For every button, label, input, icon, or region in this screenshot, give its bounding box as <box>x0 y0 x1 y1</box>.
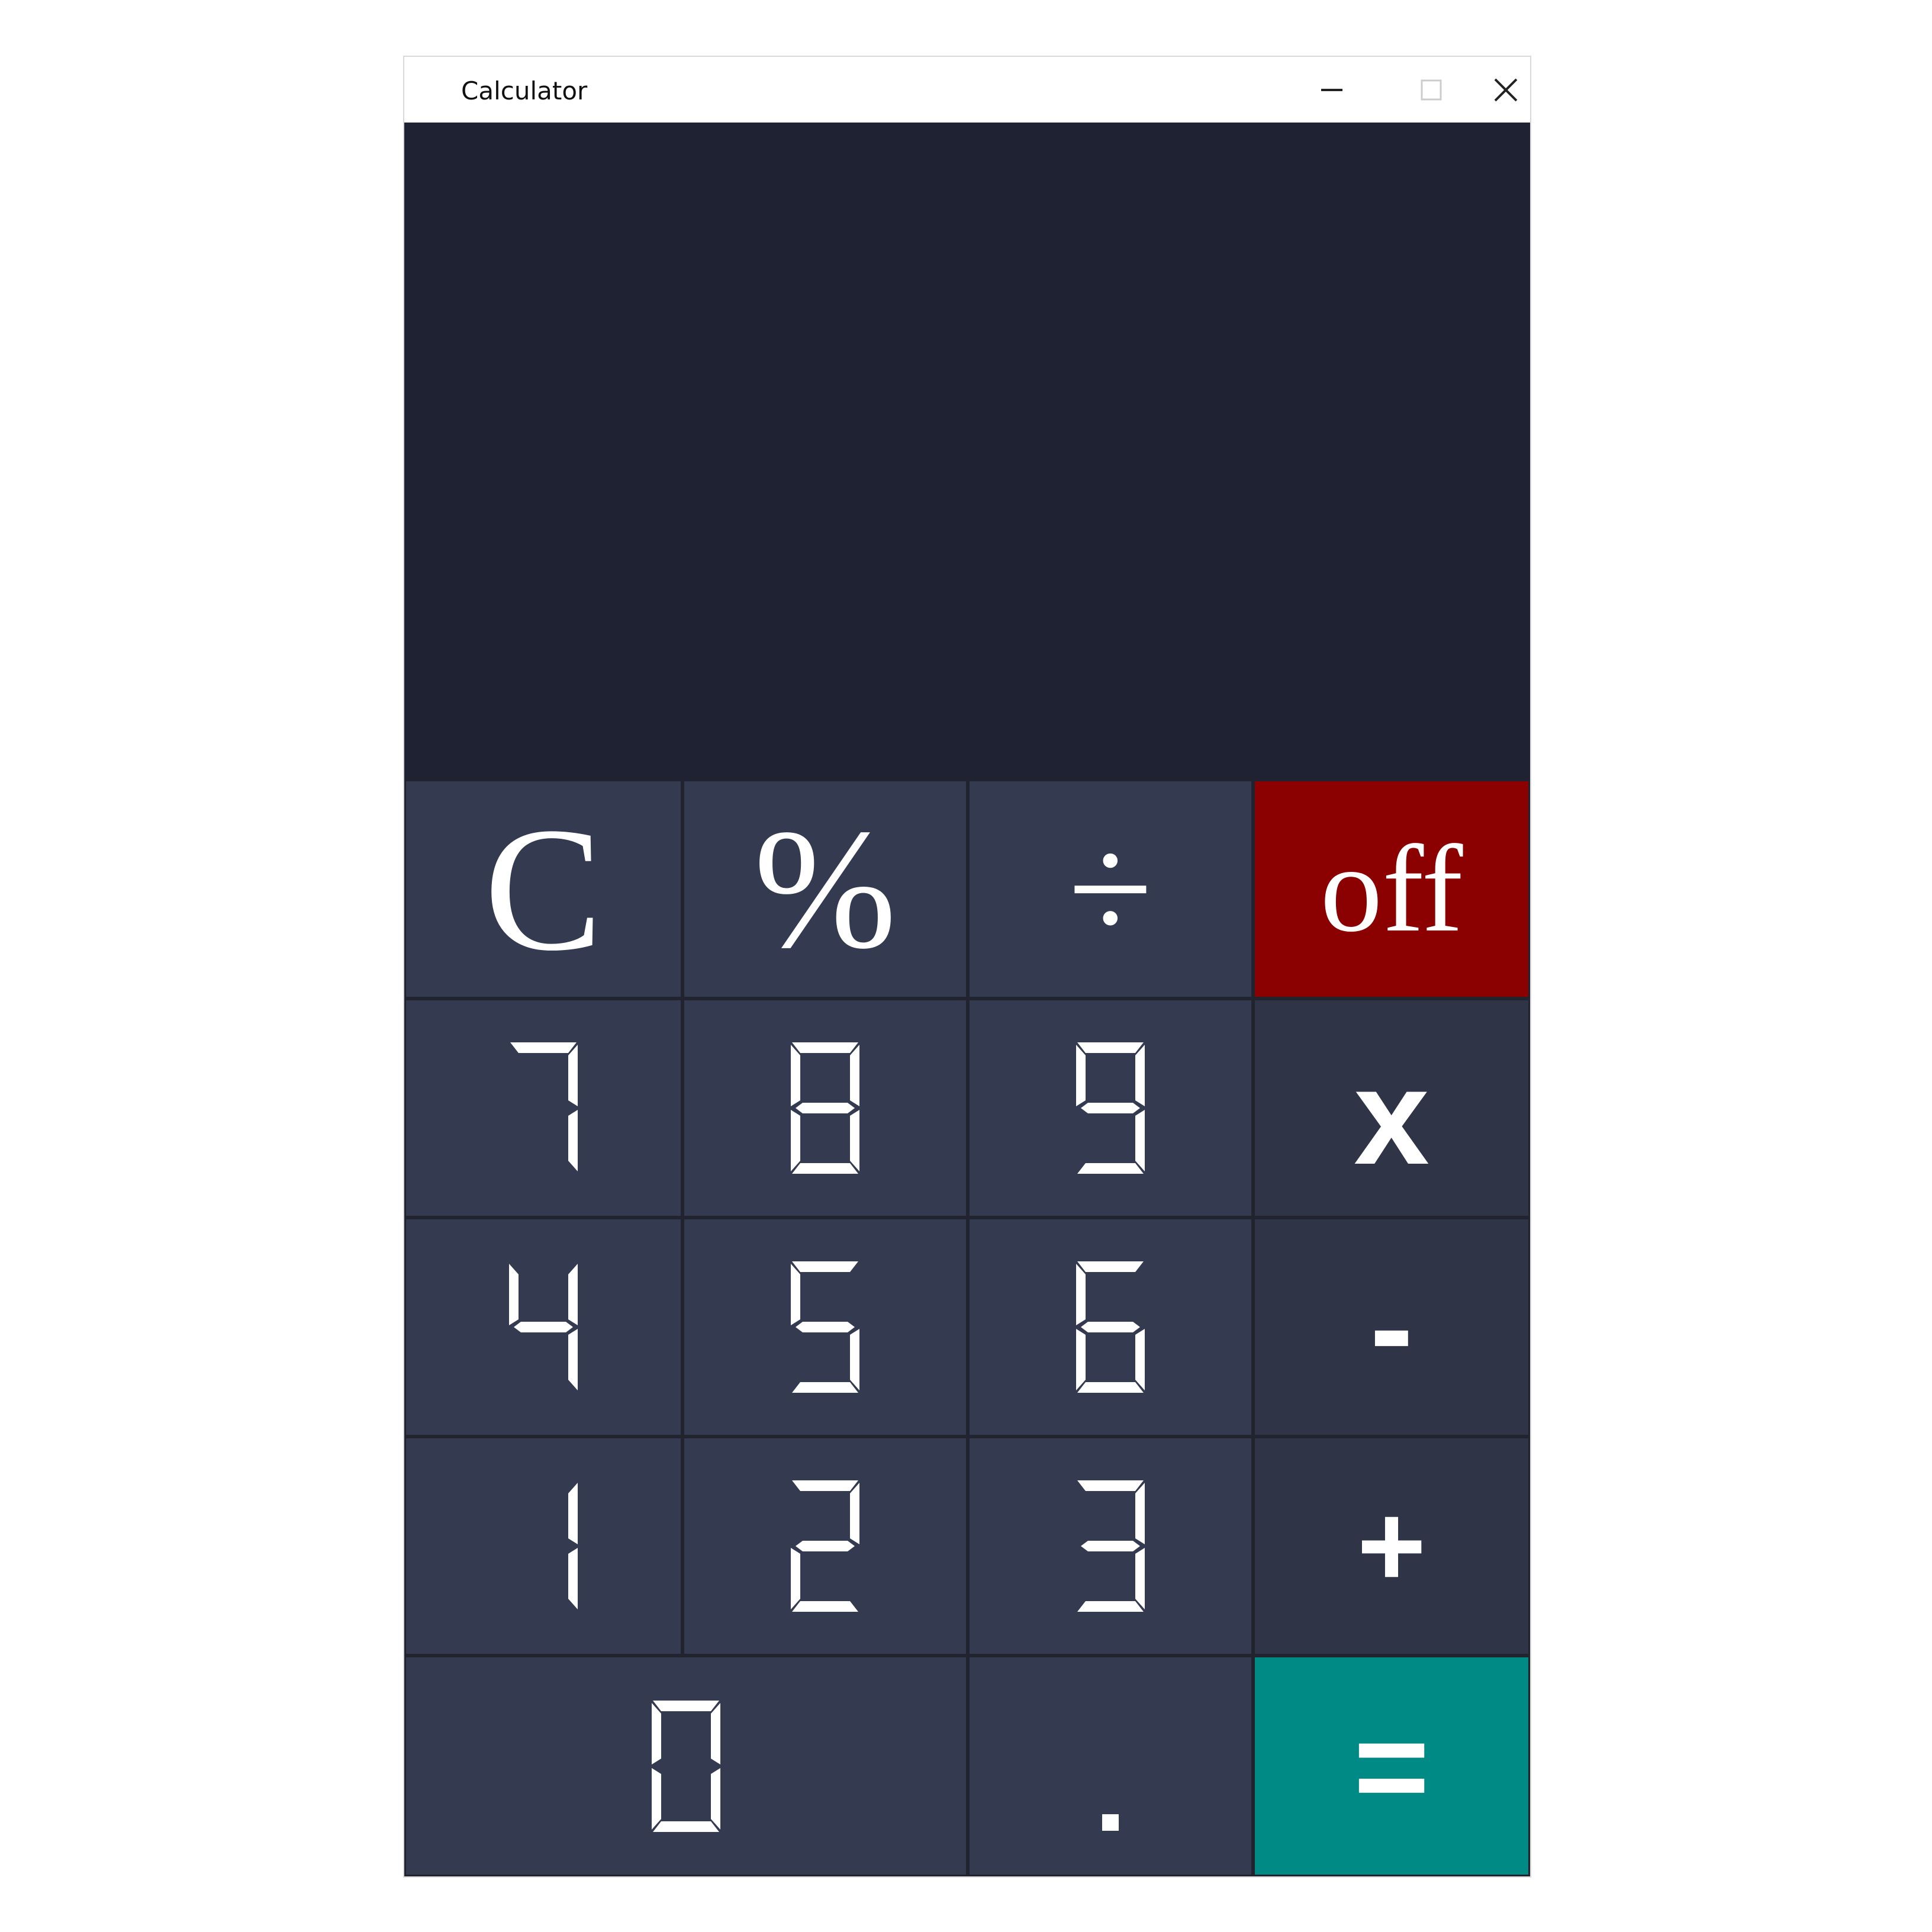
segment-f <box>1076 1045 1086 1106</box>
segment-g <box>796 1103 855 1113</box>
segment-f <box>1076 1264 1086 1325</box>
keypad: C % ÷ off 7 8 9 x 4 5 6 <box>404 780 1530 1876</box>
segment-g <box>796 1541 855 1551</box>
segment-c <box>850 1329 859 1390</box>
segment-e <box>791 1548 800 1609</box>
window-title: Calculator <box>461 76 588 105</box>
digit-7-button[interactable]: 7 <box>404 999 682 1218</box>
off-label: off <box>1320 820 1463 958</box>
segment-g <box>514 1322 573 1332</box>
close-button[interactable] <box>1481 57 1530 123</box>
segment-a <box>1077 1480 1144 1491</box>
segment-a <box>792 1042 858 1053</box>
segment-c <box>568 1110 578 1171</box>
calculator-display <box>404 123 1530 780</box>
segment-a <box>792 1480 858 1491</box>
decimal-dot <box>1102 1814 1119 1831</box>
digit-0-button[interactable]: 0 <box>404 1656 968 1876</box>
digit-5-button[interactable]: 5 <box>682 1218 968 1437</box>
segment-b <box>568 1045 578 1106</box>
digit-9-button[interactable]: 9 <box>968 999 1253 1218</box>
segment-b <box>850 1483 859 1544</box>
maximize-button[interactable] <box>1382 57 1481 123</box>
divide-button[interactable]: ÷ <box>968 780 1253 999</box>
minimize-button[interactable] <box>1282 57 1382 123</box>
digit-7-label: 7 <box>510 1042 578 1171</box>
plus-label: + <box>1357 1480 1427 1612</box>
segment-d <box>653 1821 719 1832</box>
decimal-button[interactable]: . <box>968 1656 1253 1876</box>
segment-b <box>568 1264 578 1325</box>
segment-e <box>1076 1329 1086 1390</box>
digit-1-button[interactable]: 1 <box>404 1437 682 1656</box>
digit-1-label: 1 <box>568 1483 578 1609</box>
segment-a <box>653 1700 719 1711</box>
digit-8-label: 8 <box>791 1042 859 1174</box>
segment-a <box>510 1042 577 1053</box>
segment-e <box>791 1110 800 1171</box>
decimal-label: . <box>1102 1814 1119 1831</box>
segment-f <box>509 1264 519 1325</box>
segment-g <box>1081 1541 1140 1551</box>
plus-button[interactable]: + <box>1253 1437 1530 1656</box>
segment-f <box>791 1045 800 1106</box>
segment-a <box>792 1261 858 1272</box>
segment-d <box>1077 1163 1144 1174</box>
segment-a <box>1077 1261 1144 1272</box>
segment-c <box>1135 1329 1145 1390</box>
clear-button[interactable]: C <box>404 780 682 999</box>
off-button[interactable]: off <box>1253 780 1530 999</box>
digit-4-label: 4 <box>509 1264 578 1390</box>
maximize-icon <box>1421 79 1442 100</box>
segment-d <box>792 1163 858 1174</box>
segment-d <box>1077 1601 1144 1612</box>
segment-g <box>796 1322 855 1332</box>
segment-c <box>568 1548 578 1609</box>
equals-label: = <box>1353 1693 1430 1839</box>
segment-a <box>1077 1042 1144 1053</box>
percent-button[interactable]: % <box>682 780 968 999</box>
segment-c <box>1135 1548 1145 1609</box>
segment-b <box>1135 1045 1145 1106</box>
digit-4-button[interactable]: 4 <box>404 1218 682 1437</box>
digit-6-button[interactable]: 6 <box>968 1218 1253 1437</box>
percent-label: % <box>754 794 897 984</box>
title-bar[interactable]: Calculator <box>404 57 1530 123</box>
divide-label: ÷ <box>1068 804 1153 974</box>
multiply-button[interactable]: x <box>1253 999 1530 1218</box>
digit-2-button[interactable]: 2 <box>682 1437 968 1656</box>
segment-f <box>791 1264 800 1325</box>
segment-b <box>850 1045 859 1106</box>
segment-b <box>711 1702 720 1764</box>
segment-b <box>568 1483 578 1544</box>
multiply-label: x <box>1354 1041 1429 1193</box>
equals-button[interactable]: = <box>1253 1656 1530 1876</box>
segment-f <box>652 1702 661 1764</box>
digit-6-label: 6 <box>1076 1261 1145 1393</box>
digit-5-label: 5 <box>791 1261 859 1393</box>
segment-c <box>711 1767 720 1830</box>
calculator-window: Calculator C % ÷ off x - + = <box>404 57 1530 1876</box>
segment-c <box>1135 1110 1145 1171</box>
digit-3-button[interactable]: 3 <box>968 1437 1253 1656</box>
digit-3-label: 3 <box>1077 1480 1145 1612</box>
close-icon <box>1494 78 1517 101</box>
segment-b <box>1135 1483 1145 1544</box>
minus-button[interactable]: - <box>1253 1218 1530 1437</box>
clear-label: C <box>484 791 603 987</box>
segment-d <box>792 1382 858 1393</box>
segment-g <box>1081 1322 1140 1332</box>
minimize-icon <box>1321 88 1342 91</box>
segment-c <box>850 1110 859 1171</box>
segment-d <box>1077 1382 1144 1393</box>
digit-9-label: 9 <box>1076 1042 1145 1174</box>
minus-label: - <box>1370 1254 1413 1400</box>
segment-e <box>652 1767 661 1830</box>
segment-c <box>568 1329 578 1390</box>
segment-d <box>792 1601 858 1612</box>
digit-2-label: 2 <box>791 1480 859 1612</box>
segment-g <box>1081 1103 1140 1113</box>
digit-0-label: 0 <box>652 1700 720 1832</box>
digit-8-button[interactable]: 8 <box>682 999 968 1218</box>
